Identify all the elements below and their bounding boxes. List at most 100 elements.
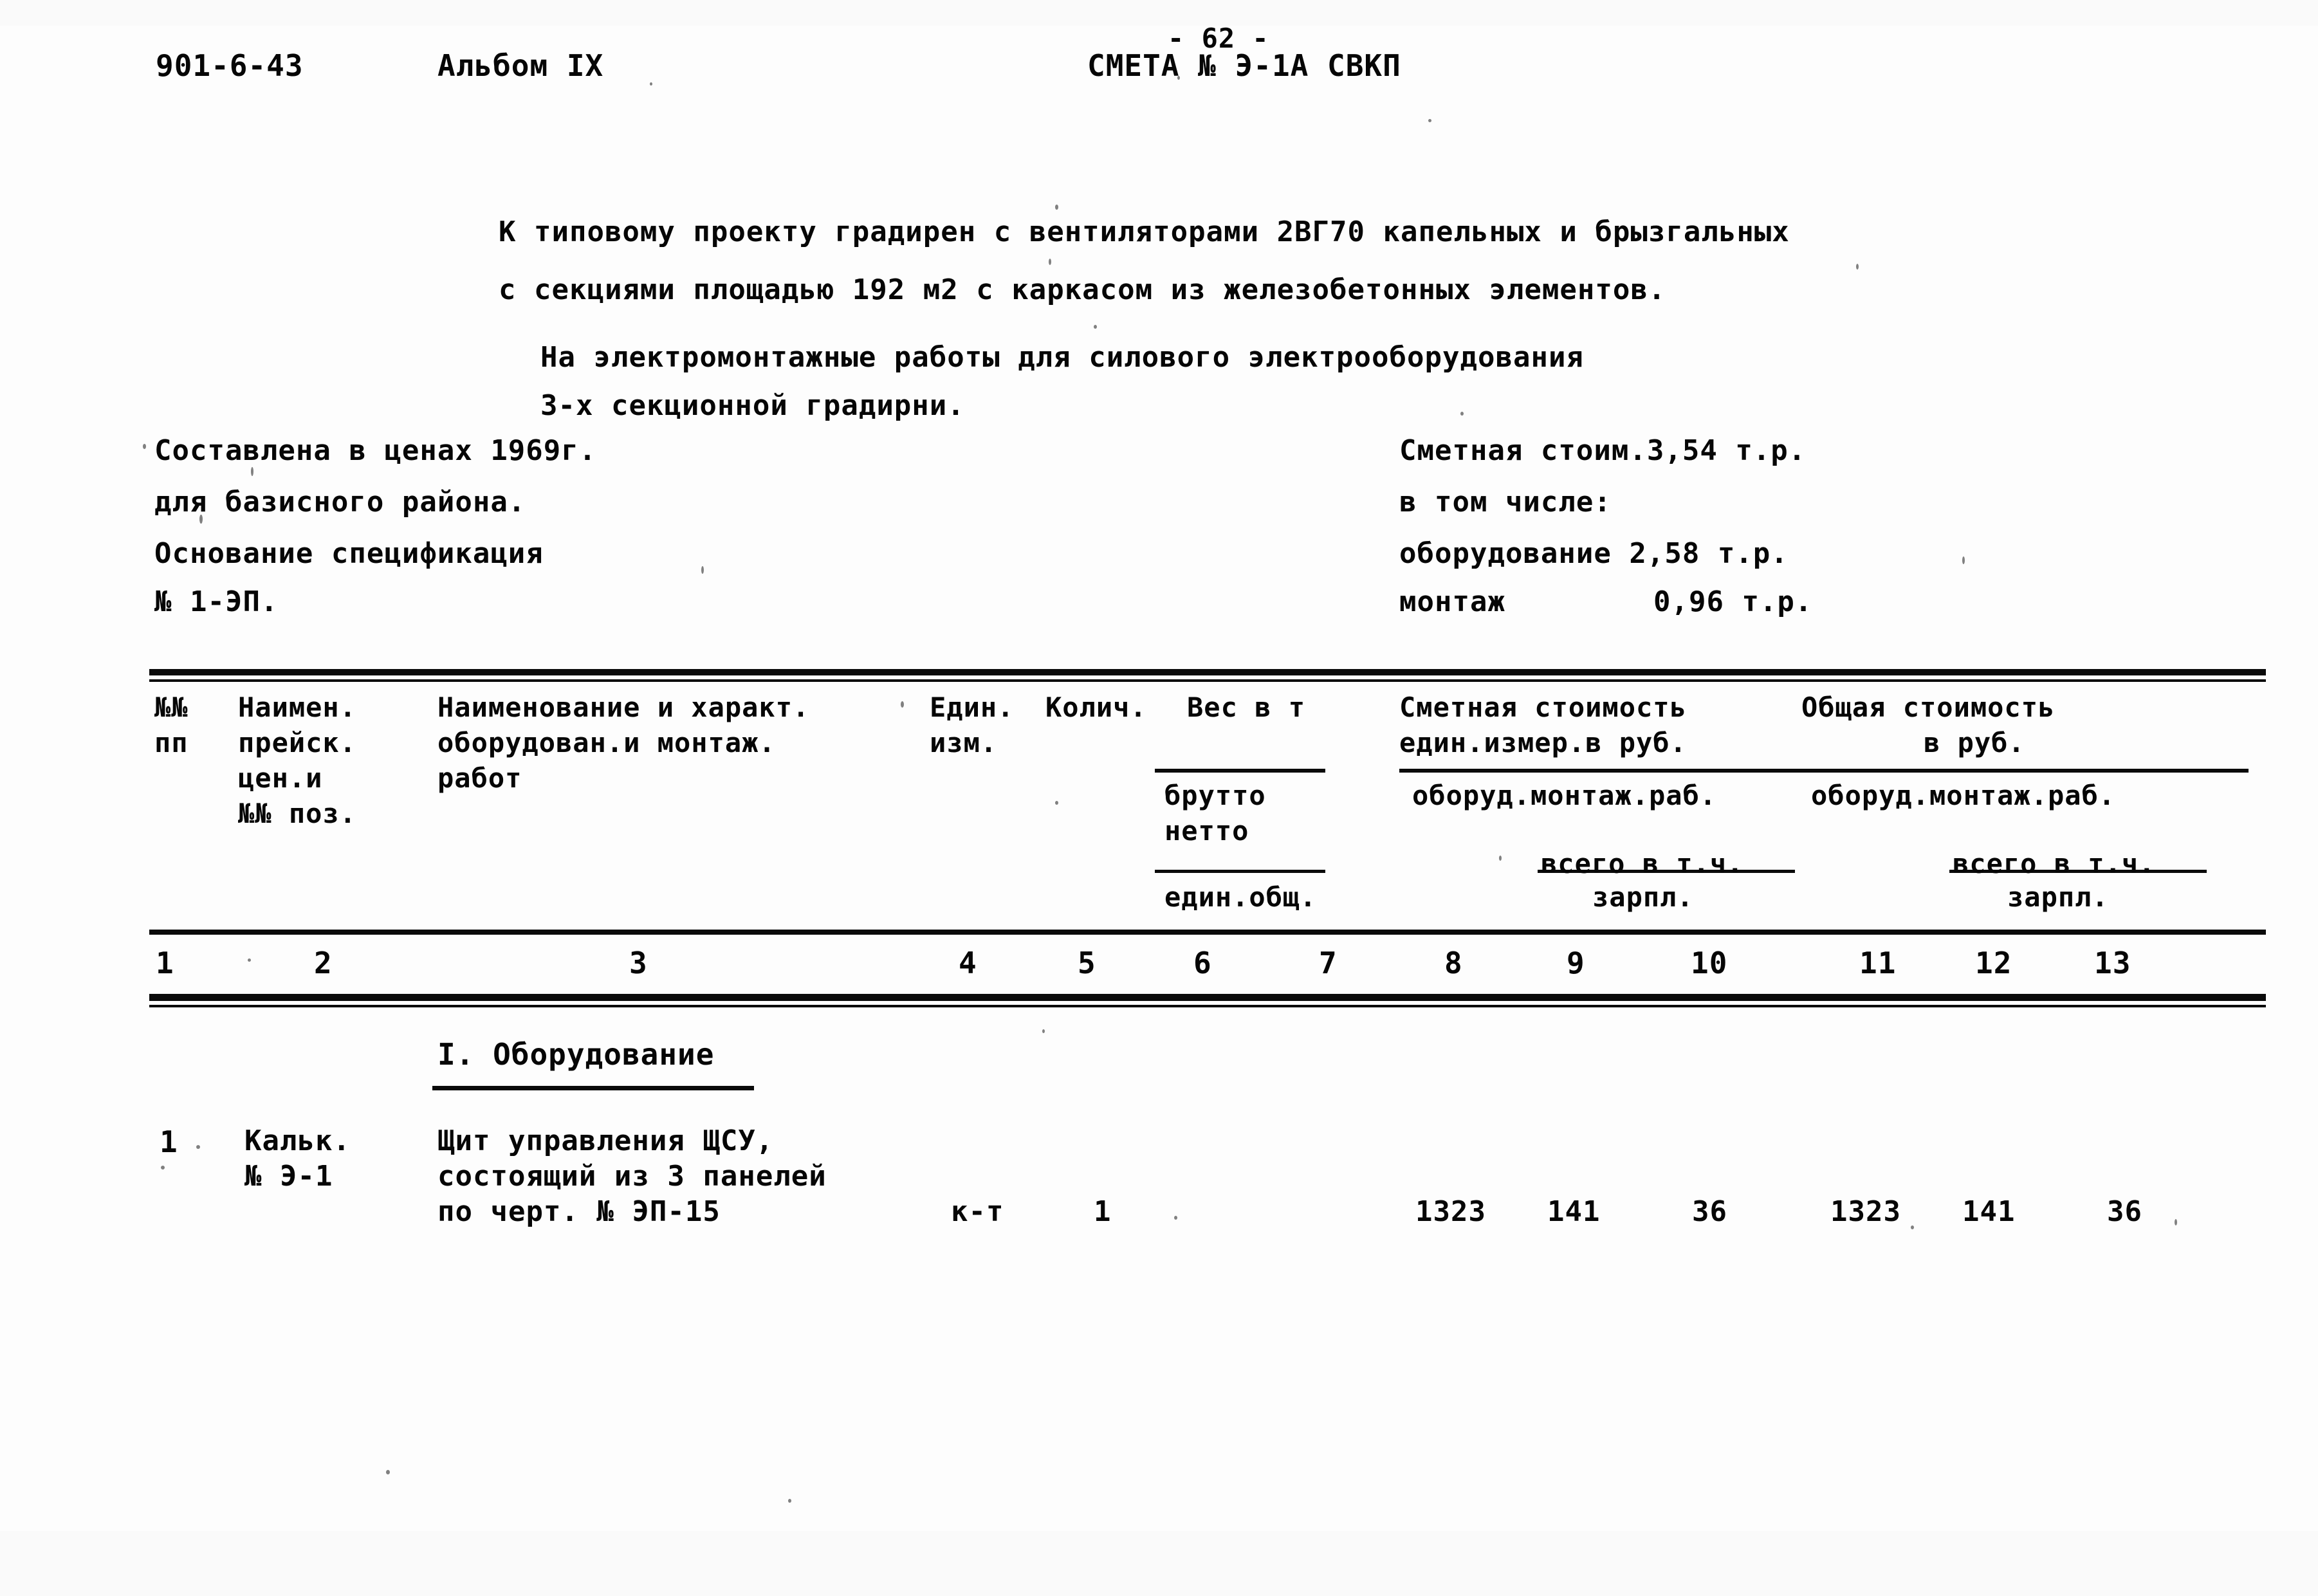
info-left-line-1: Составлена в ценах 1969г. — [154, 434, 597, 467]
scan-speck — [460, 62, 463, 66]
intro-line-3: На электромонтажные работы для силового … — [540, 341, 1584, 374]
colnum-2: 2 — [314, 946, 333, 980]
th-col3-line2: оборудован.и монтаж. — [437, 727, 776, 758]
th-col4-line2: изм. — [930, 727, 998, 758]
th-sub-total-oborud-montazh: оборуд.монтаж.раб. — [1811, 780, 2116, 811]
th-col11-13-line2: в руб. — [1924, 727, 2025, 758]
th-col11-13-line1: Общая стоимость — [1801, 692, 2056, 723]
table-top-rule-second — [149, 679, 2266, 682]
intro-line-1: К типовому проекту градирен с вентилятор… — [499, 216, 1790, 248]
row-1-total-cost-equipment: 1323 — [1830, 1195, 1901, 1228]
row-1-quantity: 1 — [1094, 1195, 1112, 1228]
th-col2-line2: прейск. — [238, 727, 357, 758]
th-sub-vsego-2: всего в т.ч. — [1953, 848, 2156, 879]
scan-speck — [199, 515, 203, 524]
row-1-name-line1: Щит управления ЩСУ, — [437, 1124, 774, 1157]
colnum-4: 4 — [959, 946, 977, 980]
colnum-9: 9 — [1567, 946, 1585, 980]
th-sub-brutto: брутто — [1164, 780, 1266, 811]
scan-speck — [788, 1499, 791, 1503]
section-title-equipment: I. Оборудование — [437, 1037, 715, 1072]
estimate-title: СМЕТА № Э-1А СВКП — [1087, 48, 1401, 83]
scan-speck — [701, 566, 704, 574]
column-number-row-bottom-rule-second — [149, 1005, 2266, 1007]
scan-speck — [1428, 119, 1431, 122]
scan-speck — [1499, 856, 1502, 861]
document-page: 901-6-43 Альбом IX - 62 - СМЕТА № Э-1А С… — [0, 0, 2318, 1596]
scan-speck — [1911, 1225, 1914, 1229]
th-col2-line1: Наимен. — [238, 692, 357, 723]
subheader-rule-total-cost — [1798, 769, 2249, 773]
info-right-installation-value: 0,96 т.р. — [1653, 585, 1813, 618]
colnum-13: 13 — [2094, 946, 2131, 980]
th-sub-netto: нетто — [1164, 815, 1249, 847]
scan-speck — [1962, 556, 1965, 564]
scan-speck — [1055, 205, 1058, 210]
th-col4-line1: Един. — [930, 692, 1015, 723]
column-number-row-bottom-rule — [149, 994, 2266, 1001]
info-right-breakdown-label: в том числе: — [1399, 486, 1612, 518]
th-col3-line3: работ — [437, 762, 522, 794]
colnum-1: 1 — [156, 946, 174, 980]
th-sub-unit-oborud-montazh: оборуд.монтаж.раб. — [1412, 780, 1717, 811]
th-col1-line1: №№ — [154, 692, 189, 723]
row-1-unit-cost-equipment: 1323 — [1415, 1195, 1486, 1228]
scan-speck — [650, 82, 652, 86]
row-1-unit: к-т — [951, 1195, 1004, 1228]
colnum-3: 3 — [629, 946, 648, 980]
scan-speck — [1087, 968, 1090, 972]
colnum-12: 12 — [1975, 946, 2012, 980]
scan-speck — [251, 467, 253, 476]
scan-speck — [143, 444, 146, 449]
scan-speck — [1049, 259, 1051, 265]
info-right-total: Сметная стоим.3,54 т.р. — [1399, 434, 1807, 467]
colnum-11: 11 — [1859, 946, 1897, 980]
row-1-total-cost-installation: 141 — [1962, 1195, 2016, 1228]
table-top-rule — [149, 669, 2266, 675]
row-1-name-line2: состоящий из 3 панелей — [437, 1160, 827, 1193]
row-1-unit-cost-wages: 36 — [1692, 1195, 1727, 1228]
th-col2-line3: цен.и — [238, 762, 323, 794]
colnum-7: 7 — [1319, 946, 1338, 980]
scan-band — [0, 1531, 2318, 1596]
info-left-line-4: № 1-ЭП. — [154, 585, 279, 618]
scan-speck — [1042, 1029, 1045, 1033]
th-col1-line2: пп — [154, 727, 189, 758]
scan-speck — [1177, 76, 1180, 80]
th-col8-10-line1: Сметная стоимость — [1399, 692, 1687, 723]
section-title-underline — [432, 1086, 754, 1090]
scan-speck — [248, 959, 251, 962]
scan-speck — [1460, 412, 1464, 416]
colnum-10: 10 — [1691, 946, 1728, 980]
column-number-row-top-rule — [149, 930, 2266, 935]
scan-speck — [161, 1166, 165, 1169]
intro-line-4: 3-х секционной градирни. — [540, 389, 965, 422]
info-right-installation-label: монтаж — [1399, 585, 1505, 618]
row-1-number: 1 — [160, 1124, 178, 1159]
scan-speck — [1856, 264, 1859, 270]
scan-speck — [386, 1470, 390, 1474]
scan-speck — [901, 701, 904, 708]
subheader-rule-edin — [1155, 870, 1325, 873]
row-1-unit-cost-installation: 141 — [1547, 1195, 1601, 1228]
row-1-total-cost-wages: 36 — [2107, 1195, 2142, 1228]
th-col8-10-line2: един.измер.в руб. — [1399, 727, 1687, 758]
scan-speck — [1094, 325, 1097, 329]
subheader-rule-unit-cost — [1399, 769, 1798, 773]
project-code: 901-6-43 — [156, 48, 304, 83]
colnum-5: 5 — [1078, 946, 1096, 980]
th-col5: Колич. — [1045, 692, 1147, 723]
colnum-8: 8 — [1444, 946, 1463, 980]
th-sub-zarpl-2: зарпл. — [2007, 881, 2109, 913]
th-col6-7: Вес в т — [1187, 692, 1306, 723]
colnum-6: 6 — [1193, 946, 1212, 980]
scan-speck — [2175, 1219, 2177, 1225]
scan-speck — [1055, 801, 1058, 805]
th-sub-zarpl: зарпл. — [1592, 881, 1694, 913]
row-1-price-ref-line2: № Э-1 — [244, 1160, 333, 1193]
th-sub-vsego: всего в т.ч. — [1541, 848, 1744, 879]
th-col2-line4: №№ поз. — [238, 798, 357, 829]
scan-speck — [196, 1145, 200, 1149]
intro-line-2: с секциями площадью 192 м2 с каркасом из… — [499, 273, 1666, 306]
scan-band — [0, 0, 2318, 26]
